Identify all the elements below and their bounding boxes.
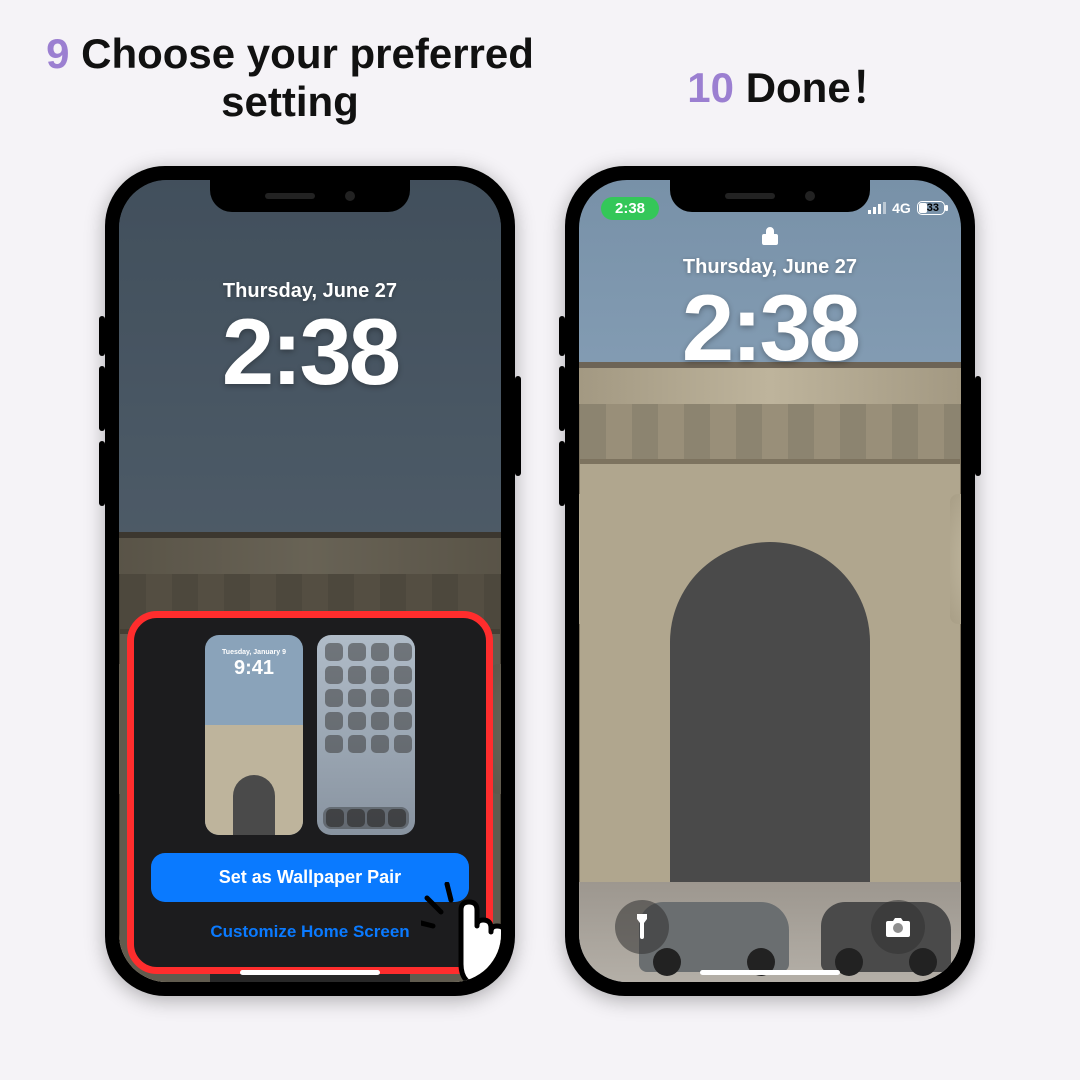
wallpaper-previews: Tuesday, January 9 9:41 bbox=[151, 635, 469, 835]
volume-up bbox=[99, 366, 105, 431]
preview-time: 9:41 bbox=[205, 657, 303, 680]
phone-right: 2:38 4G 33 Thursday, June 27 2:38 bbox=[565, 166, 975, 996]
flashlight-button[interactable] bbox=[615, 900, 669, 954]
power-button bbox=[515, 376, 521, 476]
silent-switch bbox=[559, 316, 565, 356]
homescreen-preview[interactable] bbox=[317, 635, 415, 835]
lockscreen-time: 2:38 bbox=[119, 298, 501, 406]
status-time-pill[interactable]: 2:38 bbox=[601, 197, 659, 220]
volume-down bbox=[559, 441, 565, 506]
network-label: 4G bbox=[892, 200, 911, 216]
step-headers: 9 Choose your preferred setting 10 Done！ bbox=[40, 30, 1040, 126]
lockscreen-time: 2:38 bbox=[579, 274, 961, 382]
power-button bbox=[975, 376, 981, 476]
lockscreen-quick-actions bbox=[579, 900, 961, 954]
camera-icon bbox=[885, 916, 911, 938]
signal-icon bbox=[868, 202, 886, 214]
silent-switch bbox=[99, 316, 105, 356]
phone-left: Thursday, June 27 2:38 Tuesday, January … bbox=[105, 166, 515, 996]
status-bar: 2:38 4G 33 bbox=[579, 192, 961, 224]
preview-date: Tuesday, January 9 bbox=[205, 649, 303, 656]
lockscreen-date: Thursday, June 27 bbox=[119, 280, 501, 303]
customize-home-screen-button[interactable]: Customize Home Screen bbox=[151, 914, 469, 950]
step-text: Choose your preferred setting bbox=[81, 30, 534, 125]
camera-button[interactable] bbox=[871, 900, 925, 954]
lockscreen-preview[interactable]: Tuesday, January 9 9:41 bbox=[205, 635, 303, 835]
step-number: 10 bbox=[687, 64, 734, 111]
wallpaper-monument bbox=[579, 362, 961, 882]
lock-icon bbox=[762, 226, 778, 251]
home-indicator[interactable] bbox=[700, 970, 840, 975]
screen: Thursday, June 27 2:38 Tuesday, January … bbox=[119, 180, 501, 982]
set-wallpaper-pair-button[interactable]: Set as Wallpaper Pair bbox=[151, 853, 469, 902]
step-number: 9 bbox=[46, 30, 69, 77]
step-text: Done！ bbox=[746, 64, 893, 111]
home-indicator[interactable] bbox=[240, 970, 380, 975]
screen: 2:38 4G 33 Thursday, June 27 2:38 bbox=[579, 180, 961, 982]
wallpaper-options-sheet: Tuesday, January 9 9:41 Set as Wallpaper… bbox=[133, 617, 487, 968]
lockscreen-date: Thursday, June 27 bbox=[579, 256, 961, 279]
phone-mockups: Thursday, June 27 2:38 Tuesday, January … bbox=[105, 166, 975, 996]
flashlight-icon bbox=[631, 914, 653, 940]
battery-icon bbox=[917, 201, 945, 215]
step-10-title: 10 Done！ bbox=[540, 30, 1040, 126]
status-right: 4G 33 bbox=[868, 200, 939, 216]
volume-down bbox=[99, 441, 105, 506]
volume-up bbox=[559, 366, 565, 431]
notch bbox=[210, 180, 410, 212]
step-9-title: 9 Choose your preferred setting bbox=[40, 30, 540, 126]
